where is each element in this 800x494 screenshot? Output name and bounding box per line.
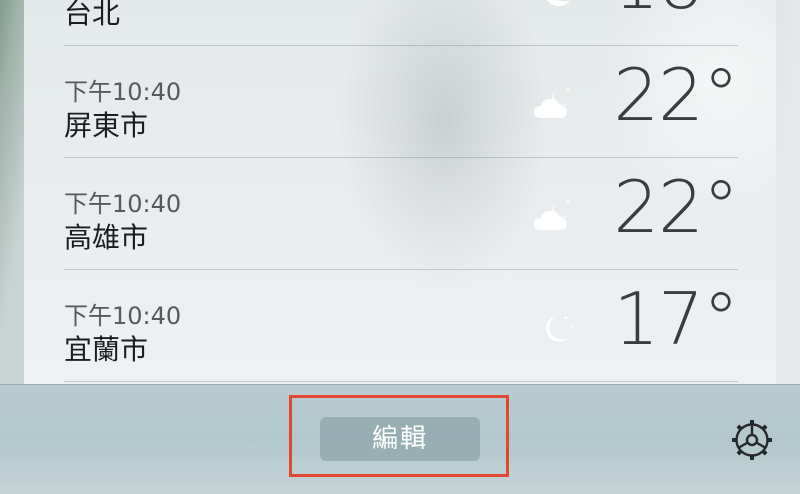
weather-row-pingtung[interactable]: 下午10:40 屏東市 22° xyxy=(64,46,739,158)
weather-list: 台北 18° 下午10:40 屏東市 22° 下午10:40 高雄市 22° xyxy=(24,0,776,384)
location-time: 下午10:40 xyxy=(64,302,182,330)
weather-row-taipei[interactable]: 台北 18° xyxy=(64,0,739,46)
weather-row-yilan[interactable]: 下午10:40 宜蘭市 17° xyxy=(64,270,739,382)
location-temperature: 22° xyxy=(613,53,739,137)
location-city: 屏東市 xyxy=(64,109,149,142)
weather-row-kaohsiung[interactable]: 下午10:40 高雄市 22° xyxy=(64,158,739,270)
row-divider xyxy=(64,381,738,382)
location-temperature: 22° xyxy=(613,165,739,249)
moon-icon xyxy=(547,0,570,6)
location-city: 台北 xyxy=(64,0,121,30)
bottom-toolbar: 編輯 xyxy=(0,384,800,494)
toolbar-divider xyxy=(0,384,800,385)
location-temperature: 18° xyxy=(613,0,739,26)
location-city: 宜蘭市 xyxy=(64,333,149,366)
moon-icon xyxy=(545,316,573,342)
location-time: 下午10:40 xyxy=(64,190,182,218)
gear-icon[interactable] xyxy=(729,417,775,463)
cloud-moon-icon xyxy=(534,200,570,230)
cloud-moon-icon xyxy=(534,88,570,118)
location-temperature: 17° xyxy=(613,277,739,361)
location-time: 下午10:40 xyxy=(64,78,182,106)
location-city: 高雄市 xyxy=(64,221,149,254)
edit-button[interactable]: 編輯 xyxy=(320,417,480,461)
